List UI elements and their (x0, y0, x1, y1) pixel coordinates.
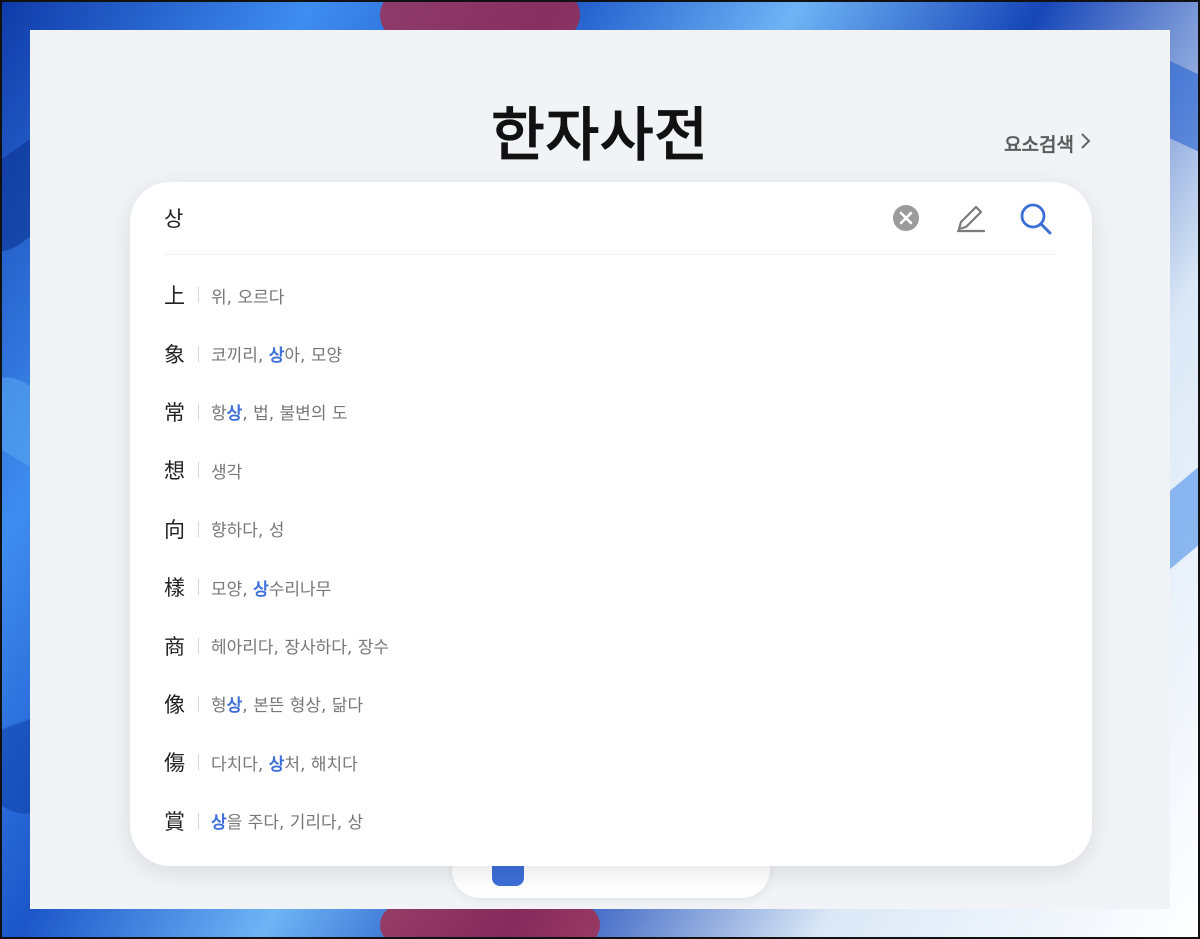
autocomplete-item[interactable]: 樣 모양, 상수리나무 (164, 558, 1044, 616)
divider (198, 637, 199, 654)
divider (198, 520, 199, 537)
meaning-text: 헤아리다, 장사하다, 장수 (211, 638, 390, 659)
meaning-text: 상을 주다, 기리다, 상 (211, 813, 364, 834)
autocomplete-item[interactable]: 常 항상, 법, 불변의 도 (164, 383, 1044, 441)
meaning-text: 향하다, 성 (211, 521, 285, 542)
meaning-text: 모양, 상수리나무 (211, 579, 332, 600)
search-bar (164, 182, 1056, 255)
autocomplete-item[interactable]: 傷 다치다, 상처, 해치다 (164, 733, 1044, 791)
hanja-char: 商 (164, 634, 185, 659)
autocomplete-item[interactable]: 向 향하다, 성 (164, 500, 1044, 558)
autocomplete-item[interactable]: 商 헤아리다, 장사하다, 장수 (164, 616, 1044, 674)
divider (198, 287, 199, 304)
autocomplete-item[interactable]: 象 코끼리, 상아, 모양 (164, 324, 1044, 382)
autocomplete-list: 上 위, 오르다 象 코끼리, 상아, 모양 常 항상, 법, 불변의 도 想 … (164, 266, 1044, 850)
hanja-char: 常 (164, 400, 185, 425)
autocomplete-item[interactable]: 上 위, 오르다 (164, 266, 1044, 324)
hanja-char: 向 (164, 517, 185, 542)
page-title: 한자사전 (491, 101, 709, 169)
hanja-char: 象 (164, 342, 185, 367)
hanja-char: 上 (164, 284, 185, 309)
search-card: 上 위, 오르다 象 코끼리, 상아, 모양 常 항상, 법, 불변의 도 想 … (130, 182, 1092, 866)
hanja-char: 樣 (164, 576, 185, 601)
element-search-link[interactable]: 요소검색 (1004, 130, 1092, 157)
meaning-text: 형상, 본뜬 형상, 닮다 (211, 696, 364, 717)
meaning-text: 위, 오르다 (211, 287, 285, 308)
autocomplete-item[interactable]: 像 형상, 본뜬 형상, 닮다 (164, 675, 1044, 733)
divider (198, 695, 199, 712)
pencil-icon[interactable] (952, 200, 988, 236)
hanja-char: 想 (164, 459, 185, 484)
divider (198, 403, 199, 420)
divider (198, 579, 199, 596)
divider (198, 462, 199, 479)
divider (198, 812, 199, 829)
element-search-label: 요소검색 (1004, 134, 1074, 156)
chevron-right-icon (1080, 132, 1092, 155)
meaning-text: 생각 (211, 462, 243, 483)
divider (198, 345, 199, 362)
hanja-char: 賞 (164, 809, 185, 834)
search-icon[interactable] (1018, 200, 1054, 236)
autocomplete-item[interactable]: 想 생각 (164, 441, 1044, 499)
meaning-text: 코끼리, 상아, 모양 (211, 346, 343, 367)
autocomplete-item[interactable]: 賞 상을 주다, 기리다, 상 (164, 792, 1044, 850)
hanja-char: 傷 (164, 751, 185, 776)
search-input[interactable] (164, 200, 864, 236)
divider (198, 754, 199, 771)
meaning-text: 다치다, 상처, 해치다 (211, 754, 358, 775)
meaning-text: 항상, 법, 불변의 도 (211, 404, 348, 425)
hanja-char: 像 (164, 692, 185, 717)
clear-circle-icon[interactable] (892, 200, 928, 236)
